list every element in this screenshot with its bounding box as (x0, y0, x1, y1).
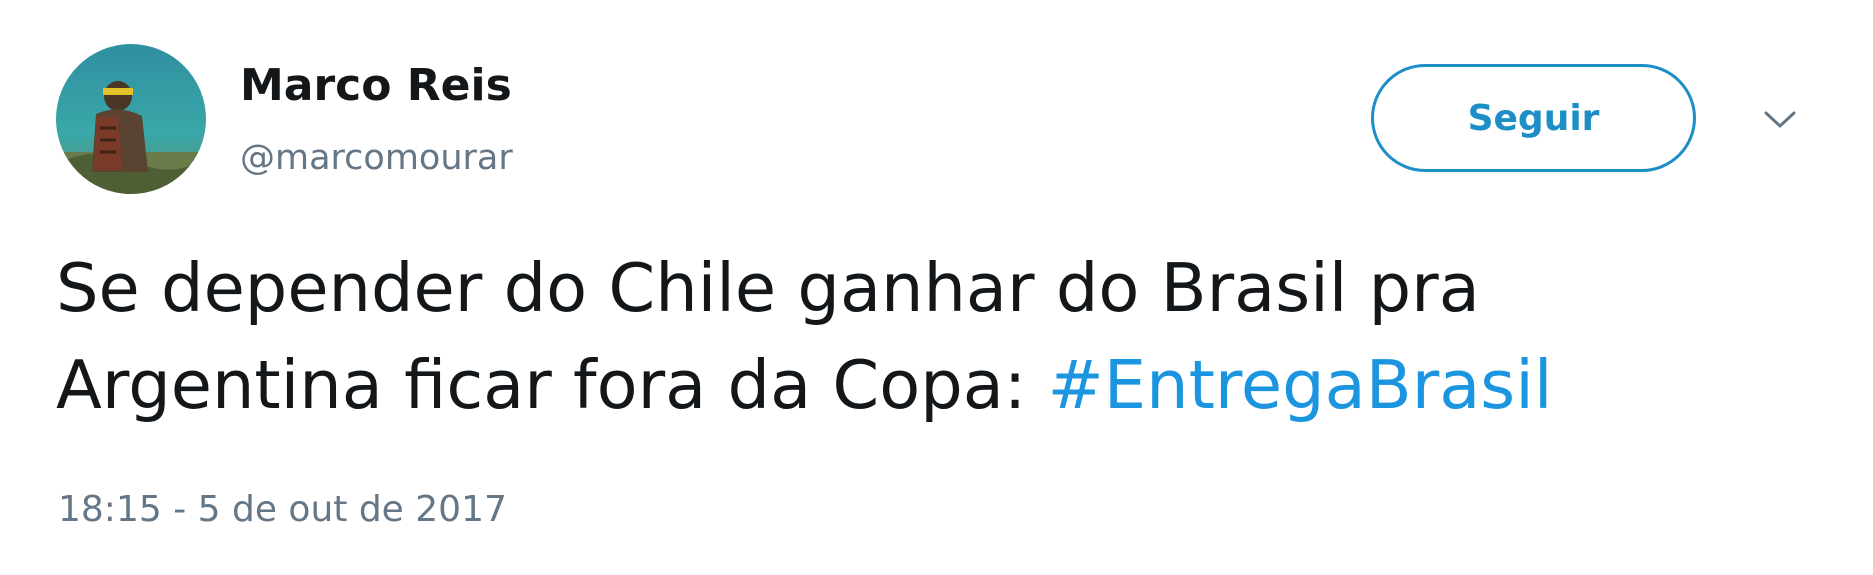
tweet-card: Marco Reis @marcomourar Seguir Se depend… (0, 0, 1873, 575)
author-handle[interactable]: @marcomourar (240, 135, 513, 181)
tweet-text: Se depender do Chile ganhar do Brasil pr… (56, 240, 1796, 434)
avatar[interactable] (56, 44, 206, 194)
follow-button-label: Seguir (1467, 97, 1600, 139)
tweet-text-line-1: Se depender do Chile ganhar do Brasil pr… (56, 249, 1480, 327)
tweet-text-line-2: Argentina ficar fora da Copa: (56, 346, 1048, 424)
follow-button[interactable]: Seguir (1371, 64, 1696, 172)
tweet-timestamp[interactable]: 18:15 - 5 de out de 2017 (58, 486, 507, 534)
more-options-button[interactable] (1755, 100, 1805, 140)
avatar-photo (56, 44, 206, 194)
chevron-down-icon (1764, 111, 1796, 128)
author-display-name[interactable]: Marco Reis (240, 58, 512, 114)
hashtag-link[interactable]: #EntregaBrasil (1048, 346, 1553, 424)
